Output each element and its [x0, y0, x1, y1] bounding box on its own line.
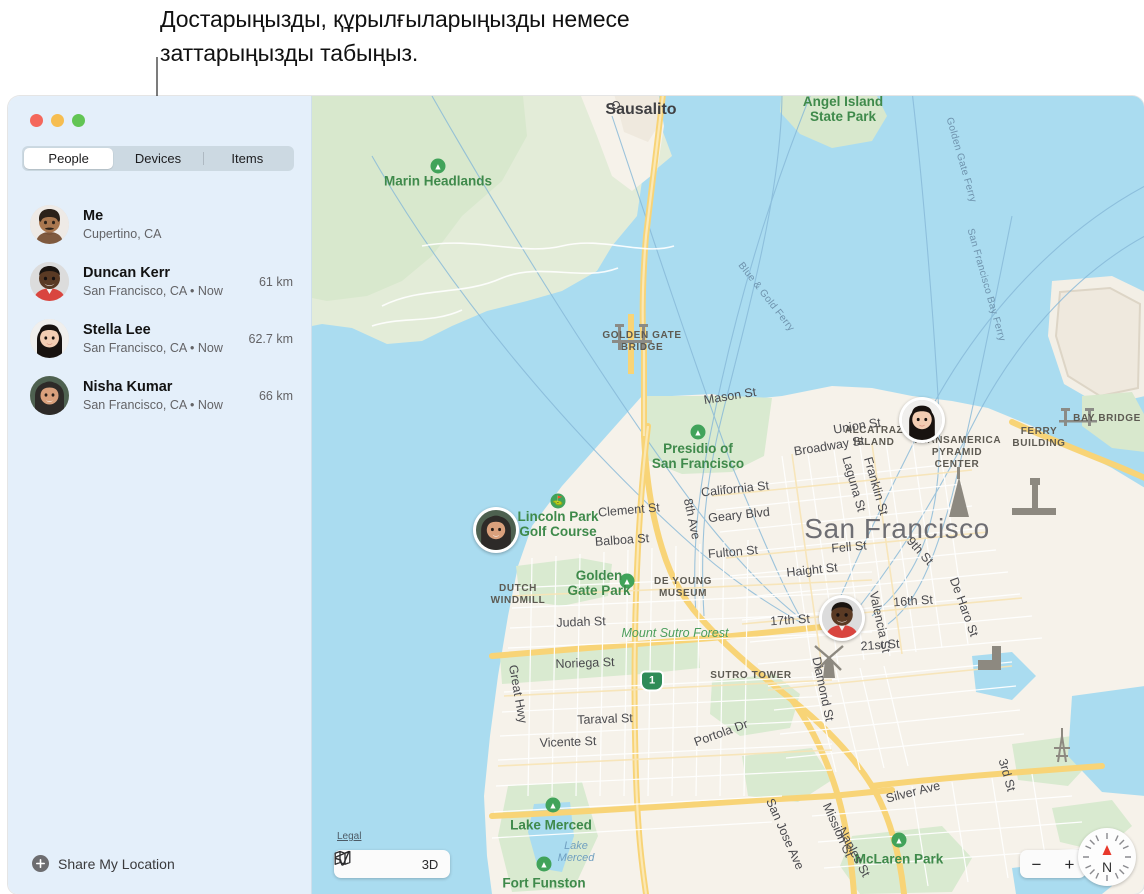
- park-pin-icon: ▲: [430, 158, 446, 174]
- map-canvas[interactable]: San Francisco Sausalito ▲ Marin Headland…: [312, 96, 1144, 894]
- minimize-window-button[interactable]: [51, 114, 64, 127]
- avatar: [30, 262, 69, 301]
- three-d-button[interactable]: 3D: [416, 852, 444, 876]
- legal-link[interactable]: Legal: [337, 831, 361, 842]
- sidebar: People Devices Items Me Cupertino, CA Du…: [8, 96, 312, 894]
- find-my-window: People Devices Items Me Cupertino, CA Du…: [8, 96, 1144, 894]
- golf-pin-icon: ⛳: [550, 493, 566, 509]
- person-distance: 61 km: [258, 274, 293, 289]
- segmented-tab-bar: People Devices Items: [22, 146, 294, 171]
- list-item[interactable]: Duncan Kerr San Francisco, CA • Now 61 k…: [8, 253, 311, 310]
- park-pin-icon: ▲: [690, 424, 706, 440]
- person-subtitle: San Francisco, CA • Now: [83, 340, 223, 355]
- list-item[interactable]: Me Cupertino, CA: [8, 196, 311, 253]
- plus-circle-icon: [32, 855, 49, 872]
- zoom-in-button[interactable]: +: [1065, 856, 1075, 873]
- zoom-out-button[interactable]: −: [1032, 856, 1042, 873]
- map-pin-duncan-kerr[interactable]: [819, 595, 865, 641]
- avatar: [30, 319, 69, 358]
- share-my-location-label: Share My Location: [58, 855, 175, 872]
- people-list: Me Cupertino, CA Duncan Kerr San Francis…: [8, 196, 311, 424]
- share-my-location-button[interactable]: Share My Location: [32, 855, 175, 872]
- tab-items[interactable]: Items: [202, 148, 292, 169]
- map-pin-stella-lee[interactable]: [899, 397, 945, 443]
- close-window-button[interactable]: [30, 114, 43, 127]
- window-traffic-lights: [30, 114, 85, 127]
- avatar: [30, 205, 69, 244]
- avatar: [30, 376, 69, 415]
- map-mode-bar: 3D: [334, 850, 450, 878]
- map-pin-nisha-kumar[interactable]: [473, 507, 519, 553]
- map-mode-icon[interactable]: [334, 850, 406, 876]
- park-pin-icon: ▲: [619, 573, 635, 589]
- person-name: Me: [83, 207, 104, 224]
- compass-north-label: N: [1101, 859, 1113, 875]
- list-item[interactable]: Nisha Kumar San Francisco, CA • Now 66 k…: [8, 367, 311, 424]
- highway-shield-1: 1: [640, 670, 664, 692]
- person-distance: 62.7 km: [248, 331, 293, 346]
- park-pin-icon: ▲: [536, 856, 552, 872]
- tab-devices[interactable]: Devices: [113, 148, 202, 169]
- map-geometry: [312, 96, 1144, 894]
- zoom-window-button[interactable]: [72, 114, 85, 127]
- compass-control[interactable]: N: [1078, 828, 1136, 886]
- person-subtitle: Cupertino, CA: [83, 226, 162, 241]
- person-name: Stella Lee: [83, 321, 151, 338]
- map-zoom-controls: − +: [1020, 850, 1086, 878]
- park-pin-icon: ▲: [891, 832, 907, 848]
- person-distance: 66 km: [258, 388, 293, 403]
- person-name: Nisha Kumar: [83, 378, 173, 395]
- list-item[interactable]: Stella Lee San Francisco, CA • Now 62.7 …: [8, 310, 311, 367]
- tab-people[interactable]: People: [24, 148, 114, 169]
- person-subtitle: San Francisco, CA • Now: [83, 283, 223, 298]
- person-subtitle: San Francisco, CA • Now: [83, 397, 223, 412]
- callout-text: Достарыңызды, құрылғыларыңызды немесе за…: [160, 6, 630, 66]
- park-pin-icon: ▲: [545, 797, 561, 813]
- person-name: Duncan Kerr: [83, 264, 171, 281]
